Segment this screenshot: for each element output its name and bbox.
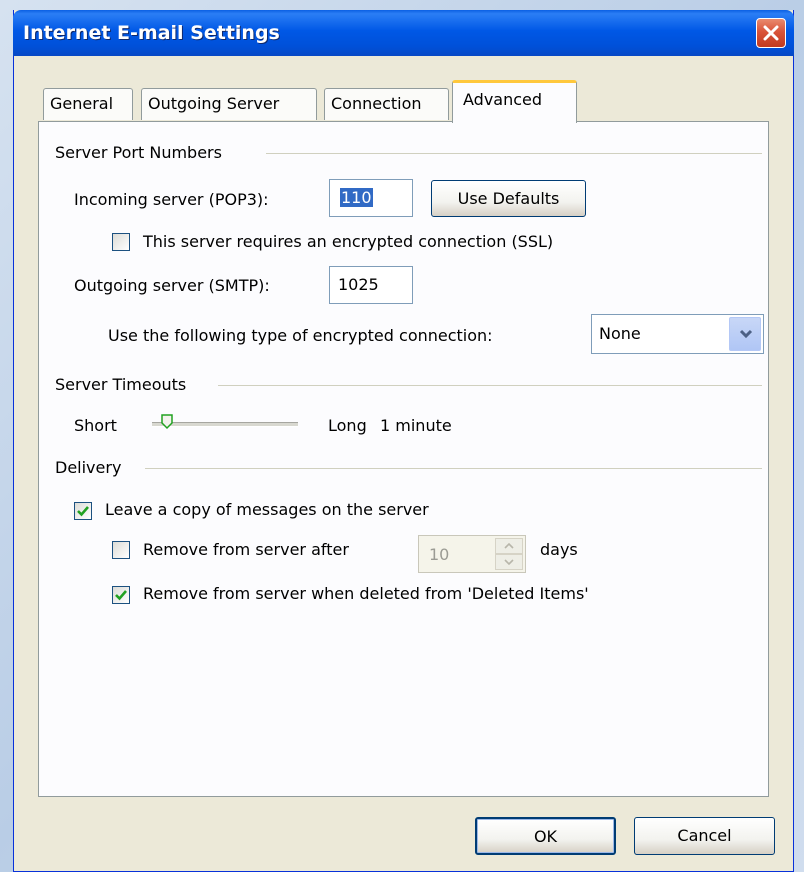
group-divider bbox=[266, 153, 762, 154]
timeout-slider-track[interactable] bbox=[152, 422, 298, 427]
remove-after-days-value: 10 bbox=[429, 545, 450, 564]
chevron-down-icon bbox=[739, 329, 753, 339]
tab-label: General bbox=[50, 94, 114, 113]
tab-general[interactable]: General bbox=[43, 88, 133, 120]
checkmark-icon bbox=[115, 590, 127, 601]
encryption-type-value: None bbox=[599, 324, 641, 343]
remove-after-days-stepper[interactable]: 10 bbox=[418, 535, 526, 573]
remove-deleted-checkbox[interactable] bbox=[112, 586, 130, 604]
remove-after-label: Remove from server after bbox=[143, 540, 349, 559]
ssl-checkbox[interactable] bbox=[112, 233, 130, 251]
incoming-port-input[interactable]: 110 bbox=[329, 179, 413, 217]
incoming-port-value: 110 bbox=[340, 188, 373, 207]
tab-advanced[interactable]: Advanced bbox=[452, 80, 577, 123]
tab-label: Advanced bbox=[463, 90, 543, 109]
outgoing-port-input[interactable]: 1025 bbox=[329, 266, 413, 304]
group-divider bbox=[145, 468, 762, 469]
tab-connection[interactable]: Connection bbox=[324, 88, 449, 120]
group-label-server-timeouts: Server Timeouts bbox=[55, 375, 193, 394]
outgoing-server-label: Outgoing server (SMTP): bbox=[74, 276, 270, 295]
chevron-down-icon bbox=[504, 559, 514, 565]
remove-after-checkbox[interactable] bbox=[112, 541, 130, 559]
timeout-long-label: Long bbox=[328, 416, 367, 435]
stepper-up-button[interactable] bbox=[495, 538, 523, 554]
stepper-down-button[interactable] bbox=[495, 554, 523, 570]
tab-label: Outgoing Server bbox=[148, 94, 280, 113]
tab-outgoing-server[interactable]: Outgoing Server bbox=[141, 88, 317, 120]
timeout-short-label: Short bbox=[74, 416, 117, 435]
checkmark-icon bbox=[77, 506, 89, 517]
window-title: Internet E-mail Settings bbox=[23, 22, 280, 44]
cancel-button[interactable]: Cancel bbox=[634, 817, 775, 855]
chevron-up-icon bbox=[504, 543, 514, 549]
group-divider bbox=[218, 385, 762, 386]
close-icon bbox=[763, 25, 779, 41]
ok-button[interactable]: OK bbox=[475, 817, 616, 855]
tab-panel-advanced bbox=[38, 121, 769, 797]
use-defaults-button[interactable]: Use Defaults bbox=[431, 180, 586, 217]
timeout-slider-thumb[interactable] bbox=[160, 414, 173, 430]
dropdown-arrow-button[interactable] bbox=[729, 317, 761, 351]
tab-label: Connection bbox=[331, 94, 422, 113]
group-label-delivery: Delivery bbox=[55, 458, 128, 477]
ssl-label: This server requires an encrypted connec… bbox=[143, 232, 554, 251]
timeout-value-label: 1 minute bbox=[380, 416, 452, 435]
encryption-type-label: Use the following type of encrypted conn… bbox=[108, 326, 493, 345]
leave-copy-label: Leave a copy of messages on the server bbox=[105, 500, 429, 519]
leave-copy-checkbox[interactable] bbox=[74, 502, 92, 520]
incoming-server-label: Incoming server (POP3): bbox=[74, 190, 269, 209]
days-label: days bbox=[540, 540, 578, 559]
title-bar[interactable]: Internet E-mail Settings bbox=[13, 10, 794, 56]
group-label-server-ports: Server Port Numbers bbox=[55, 143, 228, 162]
close-button[interactable] bbox=[756, 18, 786, 48]
remove-deleted-label: Remove from server when deleted from 'De… bbox=[143, 584, 589, 603]
encryption-type-select[interactable]: None bbox=[591, 314, 764, 354]
